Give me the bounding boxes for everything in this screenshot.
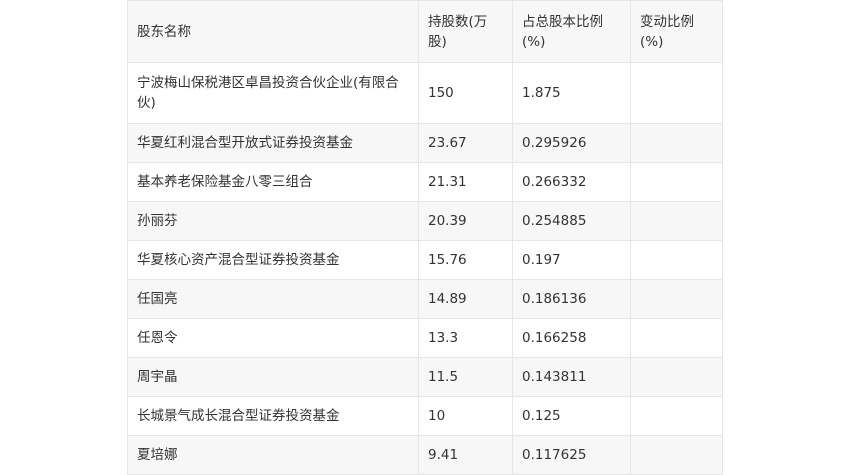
cell-change-ratio (630, 435, 723, 475)
table-row: 任国亮 14.89 0.186136 (127, 279, 723, 319)
cell-change-ratio (630, 62, 723, 124)
cell-share-ratio: 0.254885 (512, 201, 631, 241)
cell-change-ratio (630, 123, 723, 163)
cell-share-ratio: 1.875 (512, 62, 631, 124)
table-row: 宁波梅山保税港区卓昌投资合伙企业(有限合伙) 150 1.875 (127, 62, 723, 124)
cell-change-ratio (630, 162, 723, 202)
table-row: 孙丽芬 20.39 0.254885 (127, 201, 723, 241)
shareholder-table: 股东名称 持股数(万股) 占总股本比例(%) 变动比例(%) 宁波梅山保税港区卓… (127, 0, 723, 475)
cell-shares-held: 10 (418, 396, 513, 436)
cell-change-ratio (630, 318, 723, 358)
cell-shareholder-name: 夏培娜 (127, 435, 419, 475)
cell-shares-held: 9.41 (418, 435, 513, 475)
cell-share-ratio: 0.143811 (512, 357, 631, 397)
cell-shares-held: 21.31 (418, 162, 513, 202)
header-share-ratio: 占总股本比例(%) (512, 0, 631, 63)
cell-shares-held: 11.5 (418, 357, 513, 397)
cell-shares-held: 13.3 (418, 318, 513, 358)
cell-change-ratio (630, 357, 723, 397)
cell-change-ratio (630, 396, 723, 436)
header-shareholder-name: 股东名称 (127, 0, 419, 63)
cell-shares-held: 20.39 (418, 201, 513, 241)
table-header-row: 股东名称 持股数(万股) 占总股本比例(%) 变动比例(%) (127, 0, 723, 63)
cell-share-ratio: 0.117625 (512, 435, 631, 475)
cell-shareholder-name: 基本养老保险基金八零三组合 (127, 162, 419, 202)
cell-share-ratio: 0.166258 (512, 318, 631, 358)
cell-shareholder-name: 任恩令 (127, 318, 419, 358)
cell-share-ratio: 0.295926 (512, 123, 631, 163)
cell-shareholder-name: 任国亮 (127, 279, 419, 319)
cell-shares-held: 23.67 (418, 123, 513, 163)
table-row: 夏培娜 9.41 0.117625 (127, 435, 723, 475)
table-row: 华夏核心资产混合型证券投资基金 15.76 0.197 (127, 240, 723, 280)
header-shares-held: 持股数(万股) (418, 0, 513, 63)
cell-shares-held: 15.76 (418, 240, 513, 280)
cell-shareholder-name: 华夏核心资产混合型证券投资基金 (127, 240, 419, 280)
header-change-ratio: 变动比例(%) (630, 0, 723, 63)
table-row: 华夏红利混合型开放式证券投资基金 23.67 0.295926 (127, 123, 723, 163)
cell-shareholder-name: 长城景气成长混合型证券投资基金 (127, 396, 419, 436)
table-row: 基本养老保险基金八零三组合 21.31 0.266332 (127, 162, 723, 202)
table-row: 任恩令 13.3 0.166258 (127, 318, 723, 358)
shareholder-table-container: 股东名称 持股数(万股) 占总股本比例(%) 变动比例(%) 宁波梅山保税港区卓… (127, 0, 723, 475)
cell-share-ratio: 0.266332 (512, 162, 631, 202)
cell-shares-held: 14.89 (418, 279, 513, 319)
cell-share-ratio: 0.186136 (512, 279, 631, 319)
cell-shareholder-name: 宁波梅山保税港区卓昌投资合伙企业(有限合伙) (127, 62, 419, 124)
cell-share-ratio: 0.197 (512, 240, 631, 280)
table-row: 周宇晶 11.5 0.143811 (127, 357, 723, 397)
table-row: 长城景气成长混合型证券投资基金 10 0.125 (127, 396, 723, 436)
cell-shareholder-name: 华夏红利混合型开放式证券投资基金 (127, 123, 419, 163)
cell-shares-held: 150 (418, 62, 513, 124)
cell-change-ratio (630, 201, 723, 241)
cell-change-ratio (630, 279, 723, 319)
cell-change-ratio (630, 240, 723, 280)
cell-share-ratio: 0.125 (512, 396, 631, 436)
cell-shareholder-name: 孙丽芬 (127, 201, 419, 241)
cell-shareholder-name: 周宇晶 (127, 357, 419, 397)
